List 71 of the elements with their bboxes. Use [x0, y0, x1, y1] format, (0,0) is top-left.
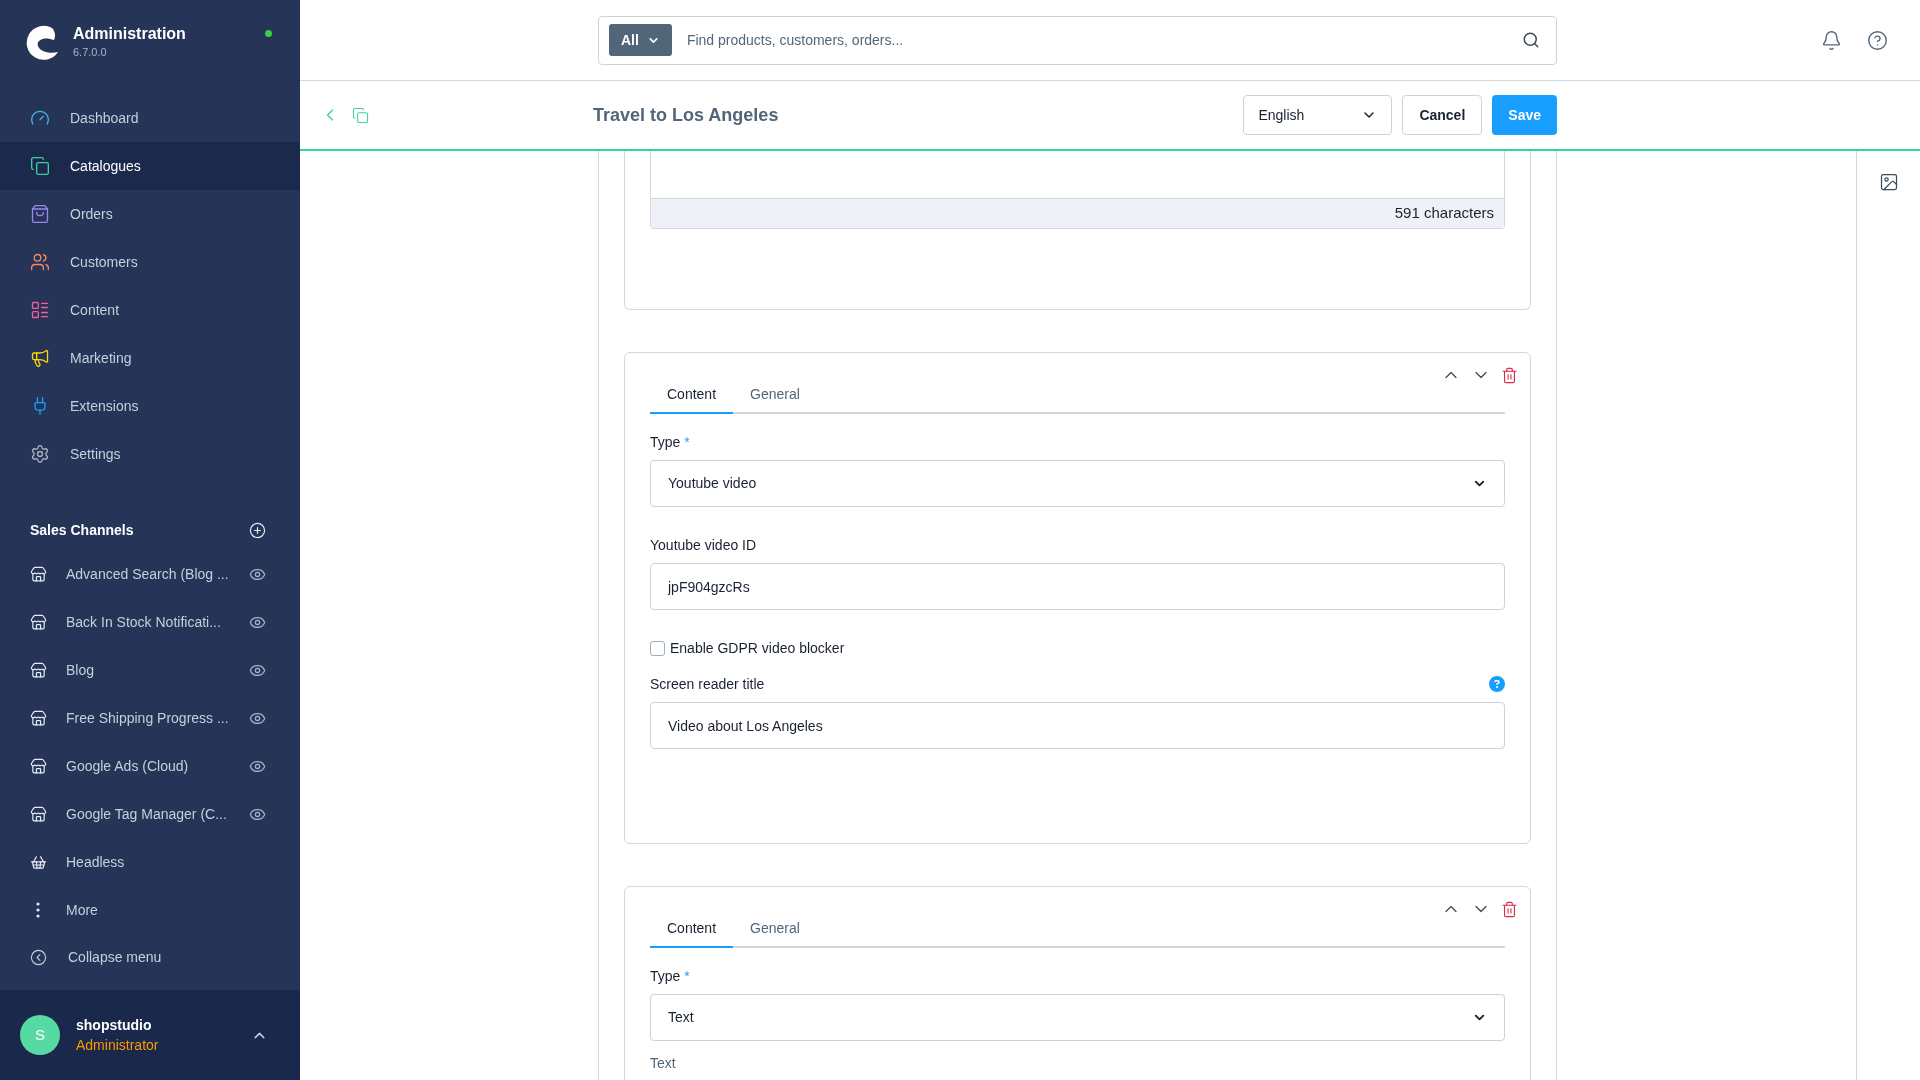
version-text: 6.7.0.0	[73, 45, 108, 60]
megaphone-icon	[30, 348, 50, 368]
sales-channel-item[interactable]: Headless	[0, 838, 300, 886]
more-icon	[36, 902, 40, 918]
checkbox-label: Enable GDPR video blocker	[670, 638, 845, 658]
collapse-item[interactable]: Collapse menu	[0, 934, 300, 980]
language-select[interactable]: English	[1243, 95, 1393, 135]
sales-channel-item[interactable]: Advanced Search (Blog ...	[0, 550, 300, 598]
nav-item[interactable]: Marketing	[0, 334, 300, 382]
sales-channel-item[interactable]: Blog	[0, 646, 300, 694]
tab[interactable]: General	[733, 377, 817, 414]
user-role: Administrator	[76, 1036, 159, 1055]
field-label: Text	[650, 1055, 676, 1071]
type-select[interactable]: Youtube video	[650, 460, 1505, 507]
avatar: S	[20, 1015, 60, 1055]
nav-item[interactable]: Settings	[0, 430, 300, 478]
tab[interactable]: Content	[650, 377, 734, 414]
store-icon	[30, 565, 47, 583]
store-icon	[30, 709, 47, 727]
collapse-icon	[30, 948, 47, 966]
image-icon[interactable]	[1878, 172, 1899, 192]
list-icon	[30, 300, 50, 320]
nav-item[interactable]: Catalogues	[0, 142, 300, 190]
sales-channel-item[interactable]: Google Ads (Cloud)	[0, 742, 300, 790]
character-count: 591 characters	[1394, 203, 1494, 224]
field-label: Type	[650, 966, 681, 986]
text-field[interactable]: jpF904gzcRs	[650, 563, 1505, 610]
app-title: Administration	[73, 24, 186, 44]
bag-icon	[30, 204, 50, 224]
nav-item[interactable]: Dashboard	[0, 94, 300, 142]
search-icon[interactable]	[1522, 31, 1540, 49]
nav-item[interactable]: Extensions	[0, 382, 300, 430]
users-icon	[30, 252, 50, 272]
basket-icon	[30, 853, 47, 871]
delete-icon[interactable]	[1501, 900, 1518, 918]
section-title: Sales Channels	[30, 520, 134, 540]
field-label: Youtube video ID	[650, 535, 757, 555]
sales-channel-item[interactable]: Free Shipping Progress ...	[0, 694, 300, 742]
store-icon	[30, 757, 47, 775]
nav-item[interactable]: Content	[0, 286, 300, 334]
user-panel[interactable]: S shopstudio Administrator	[0, 990, 300, 1080]
nav-item[interactable]: Orders	[0, 190, 300, 238]
field-label: Screen reader title	[650, 674, 765, 694]
bell-icon[interactable]	[1821, 29, 1842, 51]
page-title: Travel to Los Angeles	[593, 103, 779, 127]
store-icon	[30, 613, 47, 631]
cancel-button[interactable]: Cancel	[1402, 95, 1483, 135]
store-icon	[30, 805, 47, 823]
more-item[interactable]: More	[0, 886, 300, 934]
tab[interactable]: General	[733, 911, 817, 948]
required-mark: *	[684, 432, 690, 452]
user-name: shopstudio	[76, 1016, 153, 1035]
help-icon[interactable]	[1867, 29, 1888, 51]
scope-dropdown[interactable]: All	[609, 24, 672, 56]
text-field[interactable]: Video about Los Angeles	[650, 702, 1505, 749]
required-mark: *	[684, 966, 690, 986]
nav-item[interactable]: Customers	[0, 238, 300, 286]
sales-channel-item[interactable]: Back In Stock Notificati...	[0, 598, 300, 646]
store-icon	[30, 661, 47, 679]
tab[interactable]: Content	[650, 911, 734, 948]
checkbox[interactable]	[650, 640, 665, 656]
search-bar[interactable]: All Find products, customers, orders...	[598, 15, 1557, 65]
sales-channel-item[interactable]: Google Tag Manager (C...	[0, 790, 300, 838]
settings-icon	[30, 444, 50, 464]
help-icon[interactable]	[1489, 676, 1505, 692]
search-field[interactable]: Find products, customers, orders...	[686, 29, 1522, 51]
delete-icon[interactable]	[1501, 366, 1518, 384]
field-label: Type	[650, 432, 681, 452]
copy-icon	[30, 156, 50, 176]
type-select[interactable]: Text	[650, 994, 1505, 1041]
add-icon[interactable]	[249, 521, 266, 539]
